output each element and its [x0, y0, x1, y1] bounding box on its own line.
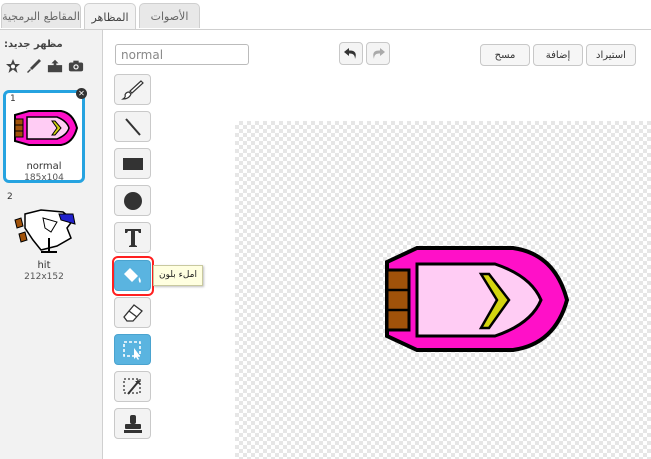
tab-sounds[interactable]: الأصوات [139, 3, 200, 28]
add-button[interactable]: إضافة [533, 44, 583, 66]
costume-list-panel: مظهر جديد: 1 ✕ normal 185x104 2 hit 212x… [0, 30, 103, 459]
drawing-canvas[interactable] [235, 121, 651, 459]
camera-icon[interactable] [68, 58, 84, 74]
select-tool[interactable] [114, 334, 151, 365]
ellipse-icon [123, 191, 142, 210]
import-button[interactable]: استيراد [586, 44, 636, 66]
tab-costumes[interactable]: المظاهر [84, 3, 136, 30]
highlight-box [112, 256, 154, 296]
paint-new-icon[interactable] [5, 58, 21, 74]
tab-scripts[interactable]: المقاطع البرمجية [1, 3, 81, 28]
costume-name: hit [37, 260, 51, 271]
eraser-tool[interactable] [114, 297, 151, 328]
costume-name: normal [26, 161, 62, 172]
brush-icon[interactable] [26, 58, 42, 74]
rectangle-icon [122, 157, 143, 170]
undo-icon [344, 47, 356, 59]
boat-drawing [385, 246, 570, 352]
costume-size: 212x152 [24, 272, 64, 282]
costume-name-input[interactable] [115, 44, 249, 65]
costume-size: 185x104 [24, 173, 64, 183]
select-icon [122, 340, 141, 360]
stamp-icon [123, 414, 142, 433]
clear-button[interactable]: مسح [480, 44, 530, 66]
text-icon [124, 228, 141, 247]
costume-thumbnail [14, 209, 76, 253]
new-costume-icons [5, 58, 84, 74]
rectangle-tool[interactable] [114, 148, 151, 179]
redo-button[interactable] [366, 42, 390, 65]
costume-number: 1 [10, 94, 16, 104]
redo-icon [373, 47, 385, 59]
text-tool[interactable] [114, 222, 151, 253]
brush-tool[interactable] [114, 74, 151, 105]
tab-bar: المقاطع البرمجية المظاهر الأصوات [0, 0, 651, 30]
costume-thumbnail [14, 110, 79, 146]
costume-item[interactable]: 2 hit 212x152 [3, 191, 85, 284]
line-tool[interactable] [114, 111, 151, 142]
costume-item[interactable]: 1 ✕ normal 185x104 [3, 88, 87, 183]
magic-select-tool[interactable] [114, 371, 151, 402]
new-costume-label: مظهر جديد: [4, 39, 63, 50]
costume-number: 2 [7, 192, 13, 202]
magic-wand-icon [122, 377, 141, 395]
undo-button[interactable] [339, 42, 363, 65]
close-icon[interactable]: ✕ [76, 88, 87, 99]
paintbrush-icon [120, 79, 144, 100]
upload-icon[interactable] [47, 58, 63, 74]
line-icon [124, 117, 141, 136]
stamp-tool[interactable] [114, 408, 151, 439]
eraser-icon [122, 303, 143, 322]
ellipse-tool[interactable] [114, 185, 151, 216]
fill-tooltip: املء بلون [153, 265, 203, 286]
